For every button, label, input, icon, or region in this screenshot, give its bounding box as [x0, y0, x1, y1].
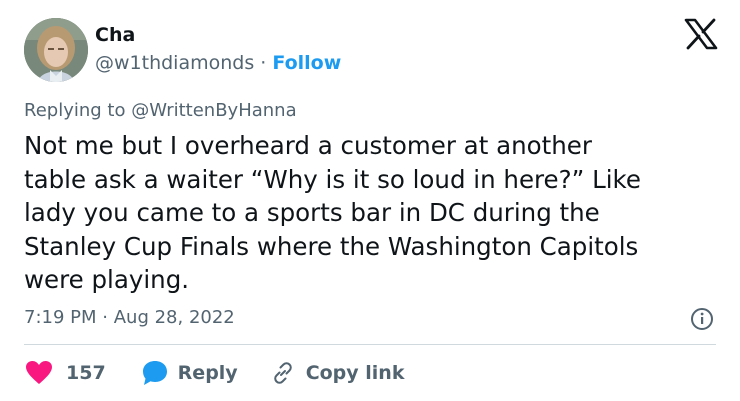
author-name[interactable]: Cha — [95, 24, 135, 46]
tweet-text: Not me but I overheard a customer at ano… — [24, 129, 724, 297]
heart-icon — [24, 358, 54, 388]
action-bar: 157 Reply Copy link — [24, 358, 404, 388]
reply-button[interactable]: Reply — [140, 358, 238, 388]
copy-link-button[interactable]: Copy link — [268, 358, 405, 388]
info-icon[interactable] — [689, 306, 715, 332]
follow-button[interactable]: Follow — [272, 52, 341, 74]
tweet-date: Aug 28, 2022 — [113, 307, 235, 328]
x-logo-icon[interactable] — [684, 18, 718, 50]
reply-label: Reply — [177, 362, 238, 384]
tweet-line: were playing. — [24, 265, 190, 294]
like-count: 157 — [66, 362, 106, 384]
divider — [24, 344, 716, 345]
link-icon — [268, 358, 298, 388]
tweet-line: lady you came to a sports bar in DC duri… — [24, 198, 600, 227]
author-handle-row: @w1thdiamonds · Follow — [95, 51, 341, 75]
tweet-timestamp[interactable]: 7:19 PM · Aug 28, 2022 — [24, 305, 235, 331]
author-handle[interactable]: @w1thdiamonds — [95, 52, 254, 74]
reply-context: Replying to @WrittenByHanna — [24, 99, 297, 123]
copy-link-label: Copy link — [305, 362, 405, 384]
tweet-time: 7:19 PM — [24, 307, 97, 328]
separator-dot: · — [260, 52, 267, 74]
avatar-image — [24, 18, 88, 82]
tweet-line: Stanley Cup Finals where the Washington … — [24, 231, 639, 261]
tweet-line: Not me but I overheard a customer at ano… — [24, 131, 592, 160]
reply-bubble-icon — [140, 358, 170, 388]
like-button[interactable]: 157 — [24, 358, 106, 388]
reply-context-mention[interactable]: @WrittenByHanna — [131, 100, 296, 121]
avatar[interactable] — [24, 18, 88, 82]
reply-context-prefix: Replying to — [24, 100, 126, 121]
tweet-line: table ask a waiter “Why is it so loud in… — [24, 164, 641, 194]
time-separator: · — [102, 307, 108, 328]
